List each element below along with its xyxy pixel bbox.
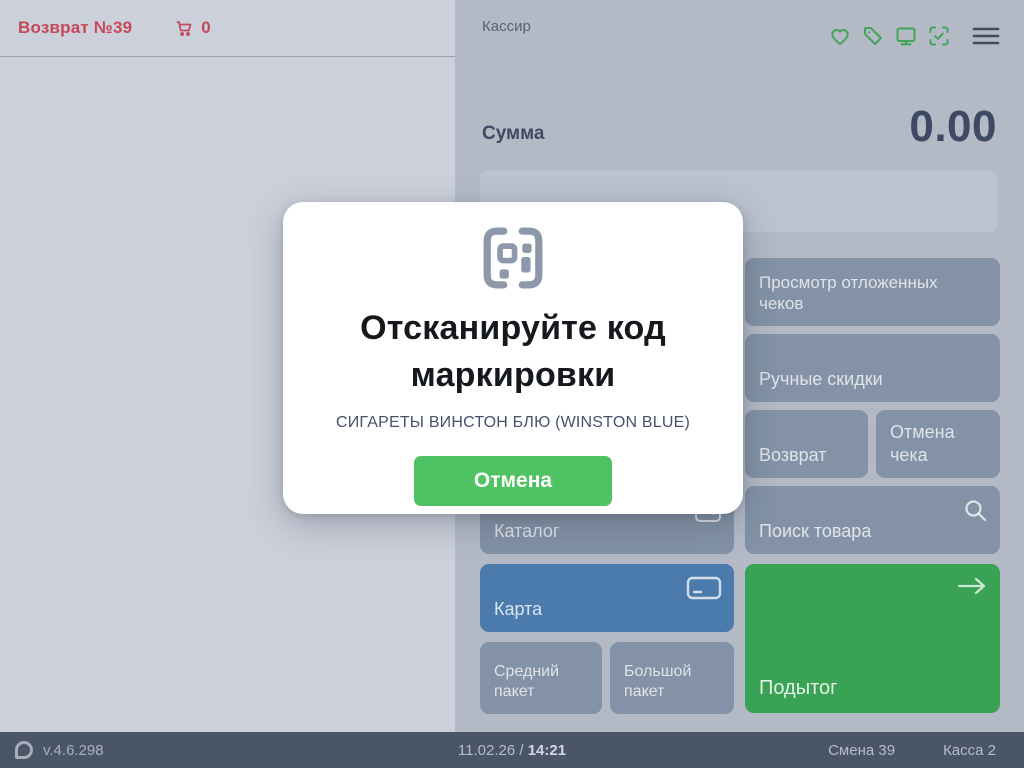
button-label: Отмена чека xyxy=(890,422,955,465)
scan-marking-modal: Отсканируйте код маркировки СИГАРЕТЫ ВИН… xyxy=(283,202,743,514)
menu-icon xyxy=(972,25,1000,50)
cancel-receipt-button[interactable]: Отмена чека xyxy=(876,410,1000,478)
button-label: Просмотр отложенных чеков xyxy=(759,272,938,313)
scan-check-button[interactable] xyxy=(927,24,951,51)
subtotal-button[interactable]: Подытог xyxy=(745,564,1000,713)
sum-value: 0.00 xyxy=(909,102,997,151)
button-label: Возврат xyxy=(759,444,827,465)
card-icon xyxy=(686,575,722,601)
manual-discounts-button[interactable]: Ручные скидки xyxy=(745,334,1000,402)
product-search-button[interactable]: Поиск товара xyxy=(745,486,1000,554)
receipt-header: Возврат №39 0 xyxy=(0,0,455,57)
display-icon xyxy=(894,24,918,51)
modal-cancel-button[interactable]: Отмена xyxy=(414,456,612,507)
toolbar xyxy=(828,24,1000,51)
button-label: Большой пакет xyxy=(624,663,692,700)
return-title: Возврат №39 xyxy=(18,18,133,37)
date-label: 11.02.26 / xyxy=(457,741,524,759)
button-label: Каталог xyxy=(494,520,560,541)
modal-product-name: СИГАРЕТЫ ВИНСТОН БЛЮ (WINSTON BLUE) xyxy=(335,414,691,432)
button-label: Поиск товара xyxy=(759,520,872,541)
pos-app: Возврат №39 0 Кассир Сумма 0.00 Просмотр… xyxy=(0,0,1024,768)
card-button[interactable]: Карта xyxy=(480,564,734,632)
shift-label: Смена 39 xyxy=(828,741,896,759)
main-menu-button[interactable] xyxy=(972,25,1000,50)
search-icon xyxy=(962,497,988,523)
button-label: Карта xyxy=(494,598,543,619)
heart-icon xyxy=(828,24,852,51)
register-label: Касса 2 xyxy=(943,741,996,759)
status-bar: v.4.6.298 11.02.26 / 14:21 Смена 39 Касс… xyxy=(0,732,1024,768)
arrow-right-icon xyxy=(956,575,988,597)
display-button[interactable] xyxy=(894,24,918,51)
cart-indicator[interactable]: 0 xyxy=(175,18,211,38)
button-label: Ручные скидки xyxy=(759,368,883,389)
button-label: Средний пакет xyxy=(494,663,560,700)
favorites-button[interactable] xyxy=(828,24,852,51)
cashier-label: Кассир xyxy=(482,18,531,35)
marking-code-icon xyxy=(482,226,544,295)
bag-large-button[interactable]: Большой пакет xyxy=(610,642,734,714)
sum-row: Сумма 0.00 xyxy=(482,96,997,152)
bag-medium-button[interactable]: Средний пакет xyxy=(480,642,602,714)
tag-icon xyxy=(861,24,885,51)
modal-title: Отсканируйте код маркировки xyxy=(360,309,666,394)
pending-receipts-button[interactable]: Просмотр отложенных чеков xyxy=(745,258,1000,326)
time-label: 14:21 xyxy=(527,741,567,759)
scan-check-icon xyxy=(927,24,951,51)
session-info: Смена 39 Касса 2 xyxy=(828,742,996,759)
cart-icon xyxy=(175,19,194,38)
discounts-button[interactable] xyxy=(861,24,885,51)
refund-button[interactable]: Возврат xyxy=(745,410,868,478)
button-label: Подытог xyxy=(759,677,838,699)
sum-label: Сумма xyxy=(482,123,545,144)
cart-count: 0 xyxy=(201,18,211,37)
